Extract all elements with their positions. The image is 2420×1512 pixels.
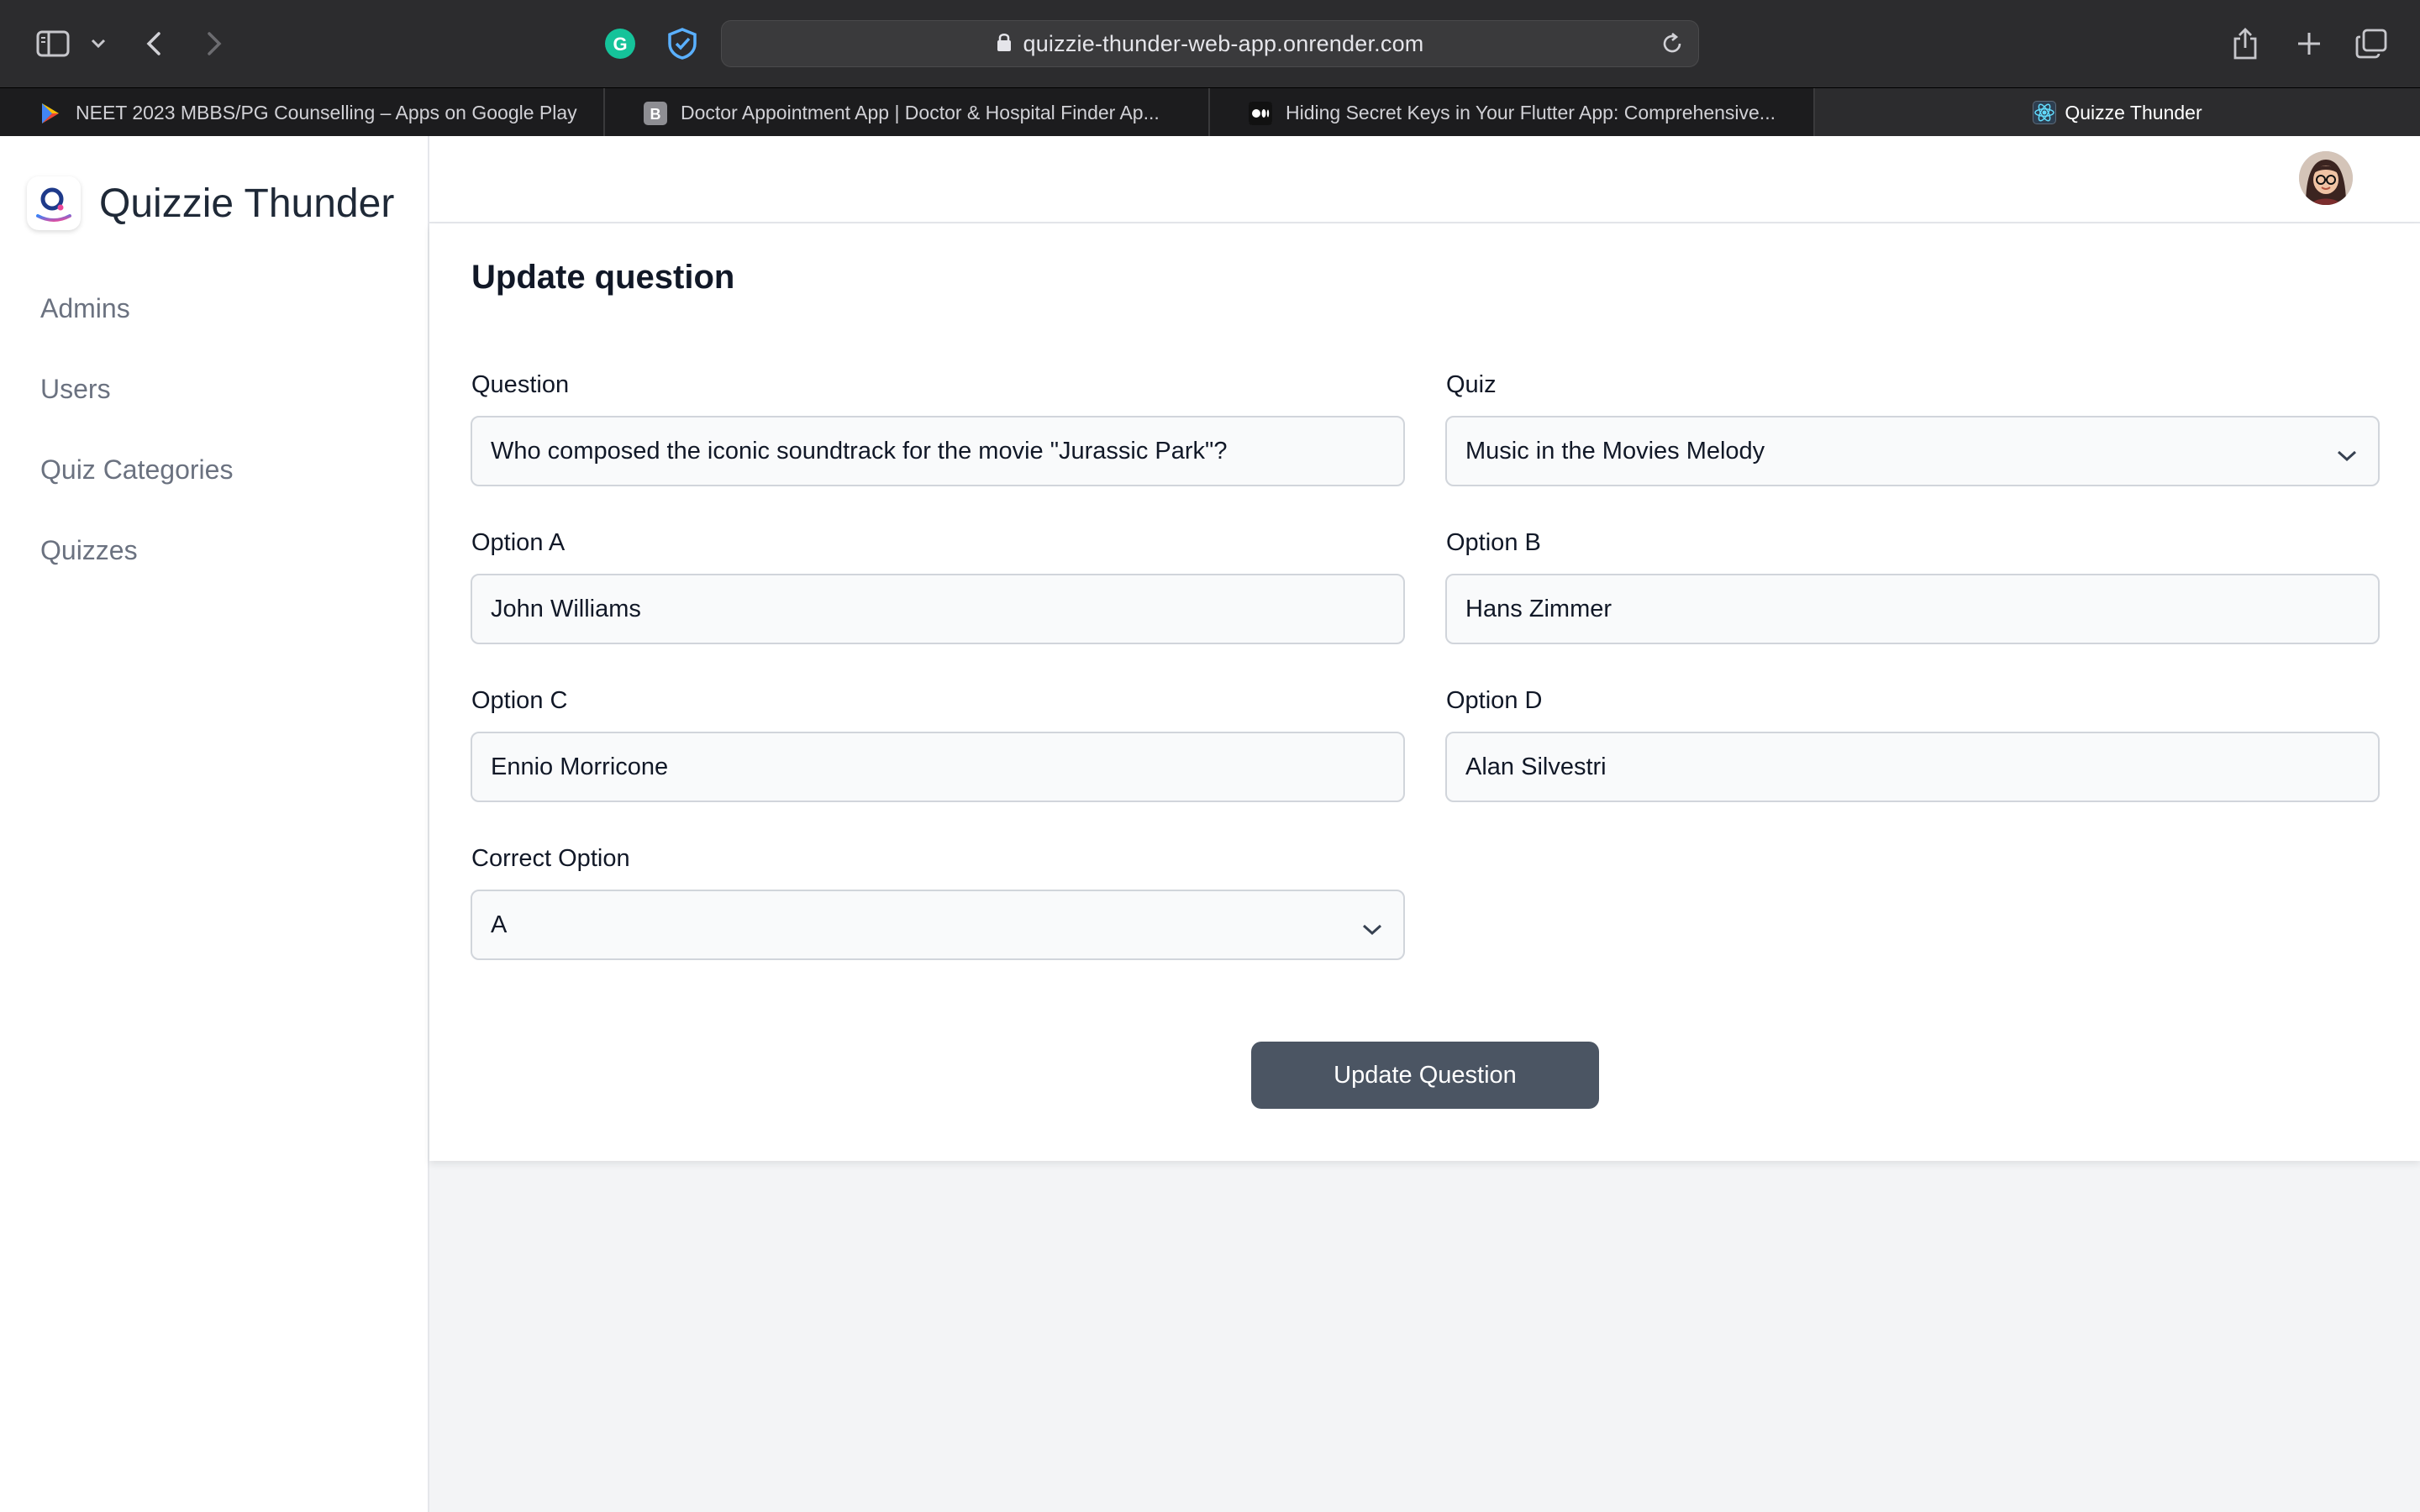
tab-label: Hiding Secret Keys in Your Flutter App: …	[1286, 101, 1776, 123]
correct-option-label: Correct Option	[471, 845, 630, 872]
google-play-icon	[39, 102, 62, 125]
quiz-value: Music in the Movies Melody	[1465, 437, 1765, 465]
new-tab-icon[interactable]	[2292, 18, 2326, 69]
tab-label: NEET 2023 MBBS/PG Counselling – Apps on …	[76, 101, 577, 123]
chevron-down-icon	[1361, 916, 1383, 944]
react-icon	[2033, 101, 2057, 124]
sidebar: Quizzie Thunder Admins Users Quiz Catego…	[0, 136, 429, 1512]
brand[interactable]: Quizzie Thunder	[27, 176, 394, 230]
lock-icon	[997, 32, 1012, 56]
brand-name: Quizzie Thunder	[99, 181, 395, 226]
quiz-select[interactable]: Music in the Movies Melody	[1445, 416, 2380, 486]
svg-text:B: B	[650, 106, 661, 123]
question-value: Who composed the iconic soundtrack for t…	[491, 437, 1228, 465]
tab-doctor-app[interactable]: B Doctor Appointment App | Doctor & Hosp…	[605, 88, 1210, 137]
tab-flutter-article[interactable]: Hiding Secret Keys in Your Flutter App: …	[1210, 88, 1815, 137]
option-a-label: Option A	[471, 529, 566, 556]
option-d-label: Option D	[1446, 687, 1543, 714]
back-icon[interactable]	[141, 18, 166, 69]
sidebar-nav: Admins Users Quiz Categories Quizzes	[40, 291, 233, 613]
chevron-down-icon[interactable]	[87, 18, 109, 69]
quiz-label: Quiz	[1446, 371, 1497, 398]
browser-toolbar: G quizzie-thunder-web-app.onrender.com	[0, 0, 2420, 87]
address-bar[interactable]: quizzie-thunder-web-app.onrender.com	[721, 20, 1699, 67]
option-c-value: Ennio Morricone	[491, 753, 669, 780]
option-c-label: Option C	[471, 687, 568, 714]
svg-text:G: G	[613, 34, 627, 55]
b-icon: B	[644, 102, 667, 125]
option-d-value: Alan Silvestri	[1465, 753, 1607, 780]
tab-overview-icon[interactable]	[2353, 18, 2390, 69]
share-icon[interactable]	[2230, 18, 2260, 69]
reload-icon[interactable]	[1660, 31, 1685, 60]
update-question-button[interactable]: Update Question	[1251, 1042, 1599, 1109]
tab-label: Doctor Appointment App | Doctor & Hospit…	[681, 101, 1160, 123]
tab-quizze-thunder[interactable]: Quizze Thunder	[1815, 88, 2420, 137]
option-a-value: John Williams	[491, 595, 641, 622]
tab-bar: NEET 2023 MBBS/PG Counselling – Apps on …	[0, 87, 2420, 137]
option-b-input[interactable]: Hans Zimmer	[1445, 574, 2380, 644]
option-b-value: Hans Zimmer	[1465, 595, 1612, 622]
tab-google-play[interactable]: NEET 2023 MBBS/PG Counselling – Apps on …	[0, 88, 605, 137]
correct-option-value: A	[491, 911, 508, 938]
nav-item-quizzes[interactable]: Quizzes	[40, 533, 233, 613]
question-input[interactable]: Who composed the iconic soundtrack for t…	[471, 416, 1405, 486]
nav-item-users[interactable]: Users	[40, 371, 233, 452]
sidebar-toggle-icon[interactable]	[32, 18, 74, 69]
update-question-card: Update question Question Who composed th…	[429, 223, 2420, 1161]
page-title: Update question	[471, 259, 735, 296]
app-header	[429, 136, 2420, 223]
question-label: Question	[471, 371, 570, 398]
avatar[interactable]	[2299, 151, 2353, 205]
tab-label: Quizze Thunder	[2065, 101, 2202, 123]
nav-item-admins[interactable]: Admins	[40, 291, 233, 371]
option-d-input[interactable]: Alan Silvestri	[1445, 732, 2380, 802]
option-a-input[interactable]: John Williams	[471, 574, 1405, 644]
option-c-input[interactable]: Ennio Morricone	[471, 732, 1405, 802]
medium-icon	[1249, 102, 1272, 125]
app-logo-icon	[27, 176, 81, 230]
option-b-label: Option B	[1446, 529, 1541, 556]
shield-icon[interactable]	[664, 18, 701, 69]
nav-item-quiz-categories[interactable]: Quiz Categories	[40, 452, 233, 533]
forward-icon[interactable]	[202, 18, 227, 69]
chevron-down-icon	[2336, 443, 2358, 470]
correct-option-select[interactable]: A	[471, 890, 1405, 960]
url-text: quizzie-thunder-web-app.onrender.com	[1023, 30, 1424, 56]
grammarly-icon[interactable]: G	[602, 18, 639, 69]
